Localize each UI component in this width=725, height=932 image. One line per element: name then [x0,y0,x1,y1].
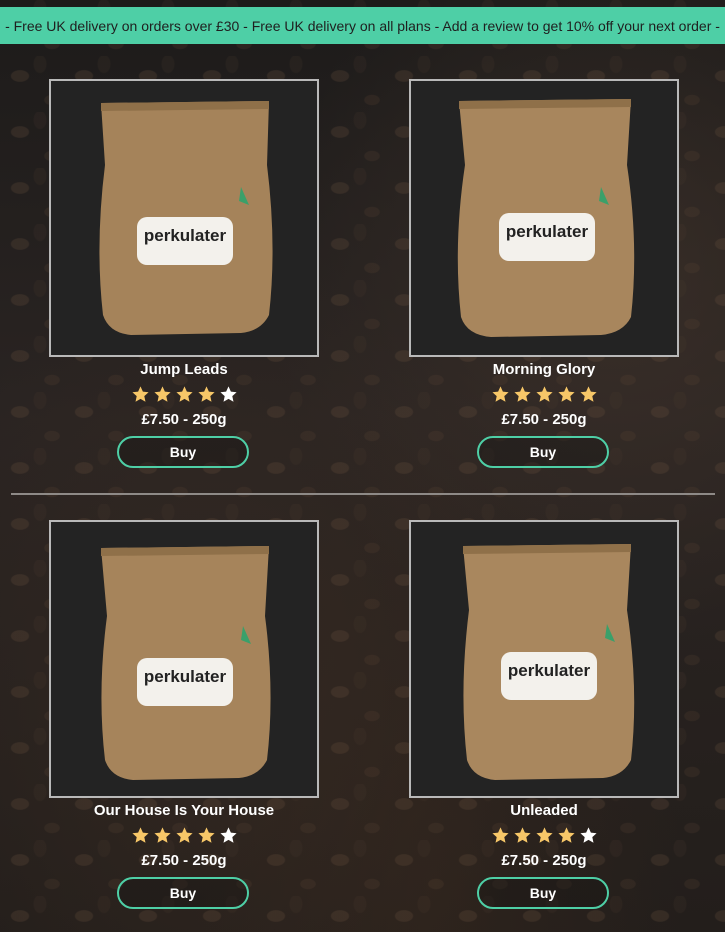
star-filled-icon [535,827,553,843]
product-price: £7.50 - 250g [501,852,587,869]
star-filled-icon [175,386,193,402]
bag-label: perkulater [506,222,589,241]
star-filled-icon [197,827,215,843]
star-filled-icon [491,386,509,402]
star-filled-icon [513,386,531,402]
star-filled-icon [513,827,531,843]
product-image[interactable]: perkulater [49,79,319,357]
product-price: £7.50 - 250g [141,411,227,428]
coffee-bag-illustration: perkulater [457,99,635,337]
star-filled-icon [557,386,575,402]
bag-label: perkulater [144,226,227,245]
product-image[interactable]: perkulater [409,520,679,798]
product-name: Our House Is Your House [93,802,275,819]
buy-button[interactable]: Buy [117,877,249,909]
promo-banner-text: - Free UK delivery on orders over £30 - … [5,17,720,34]
star-filled-icon [153,827,171,843]
star-filled-icon [197,386,215,402]
star-filled-icon [175,827,193,843]
product-name: Jump Leads [140,361,228,378]
product-name: Unleaded [510,802,578,819]
star-filled-icon [491,827,509,843]
buy-button[interactable]: Buy [477,436,609,468]
product-price: £7.50 - 250g [501,411,587,428]
rating-stars [409,385,679,404]
star-filled-icon [579,386,597,402]
product-name: Morning Glory [492,361,596,378]
star-filled-icon [153,386,171,402]
buy-button[interactable]: Buy [477,877,609,909]
star-filled-icon [535,386,553,402]
product-price: £7.50 - 250g [141,852,227,869]
star-filled-icon [131,827,149,843]
star-empty-icon [579,827,597,843]
rating-stars [409,826,679,845]
star-filled-icon [557,827,575,843]
product-image[interactable]: perkulater [49,520,319,798]
rating-stars [49,385,319,404]
section-divider [11,493,715,495]
star-empty-icon [219,386,237,402]
star-filled-icon [131,386,149,402]
buy-button[interactable]: Buy [117,436,249,468]
rating-stars [49,826,319,845]
product-image[interactable]: perkulater [409,79,679,357]
coffee-bag-illustration: perkulater [99,101,273,335]
bag-label: perkulater [508,661,591,680]
coffee-bag-illustration: perkulater [463,544,635,780]
star-empty-icon [219,827,237,843]
promo-banner: - Free UK delivery on orders over £30 - … [0,7,725,44]
coffee-bag-illustration: perkulater [101,546,271,780]
bag-label: perkulater [144,667,227,686]
